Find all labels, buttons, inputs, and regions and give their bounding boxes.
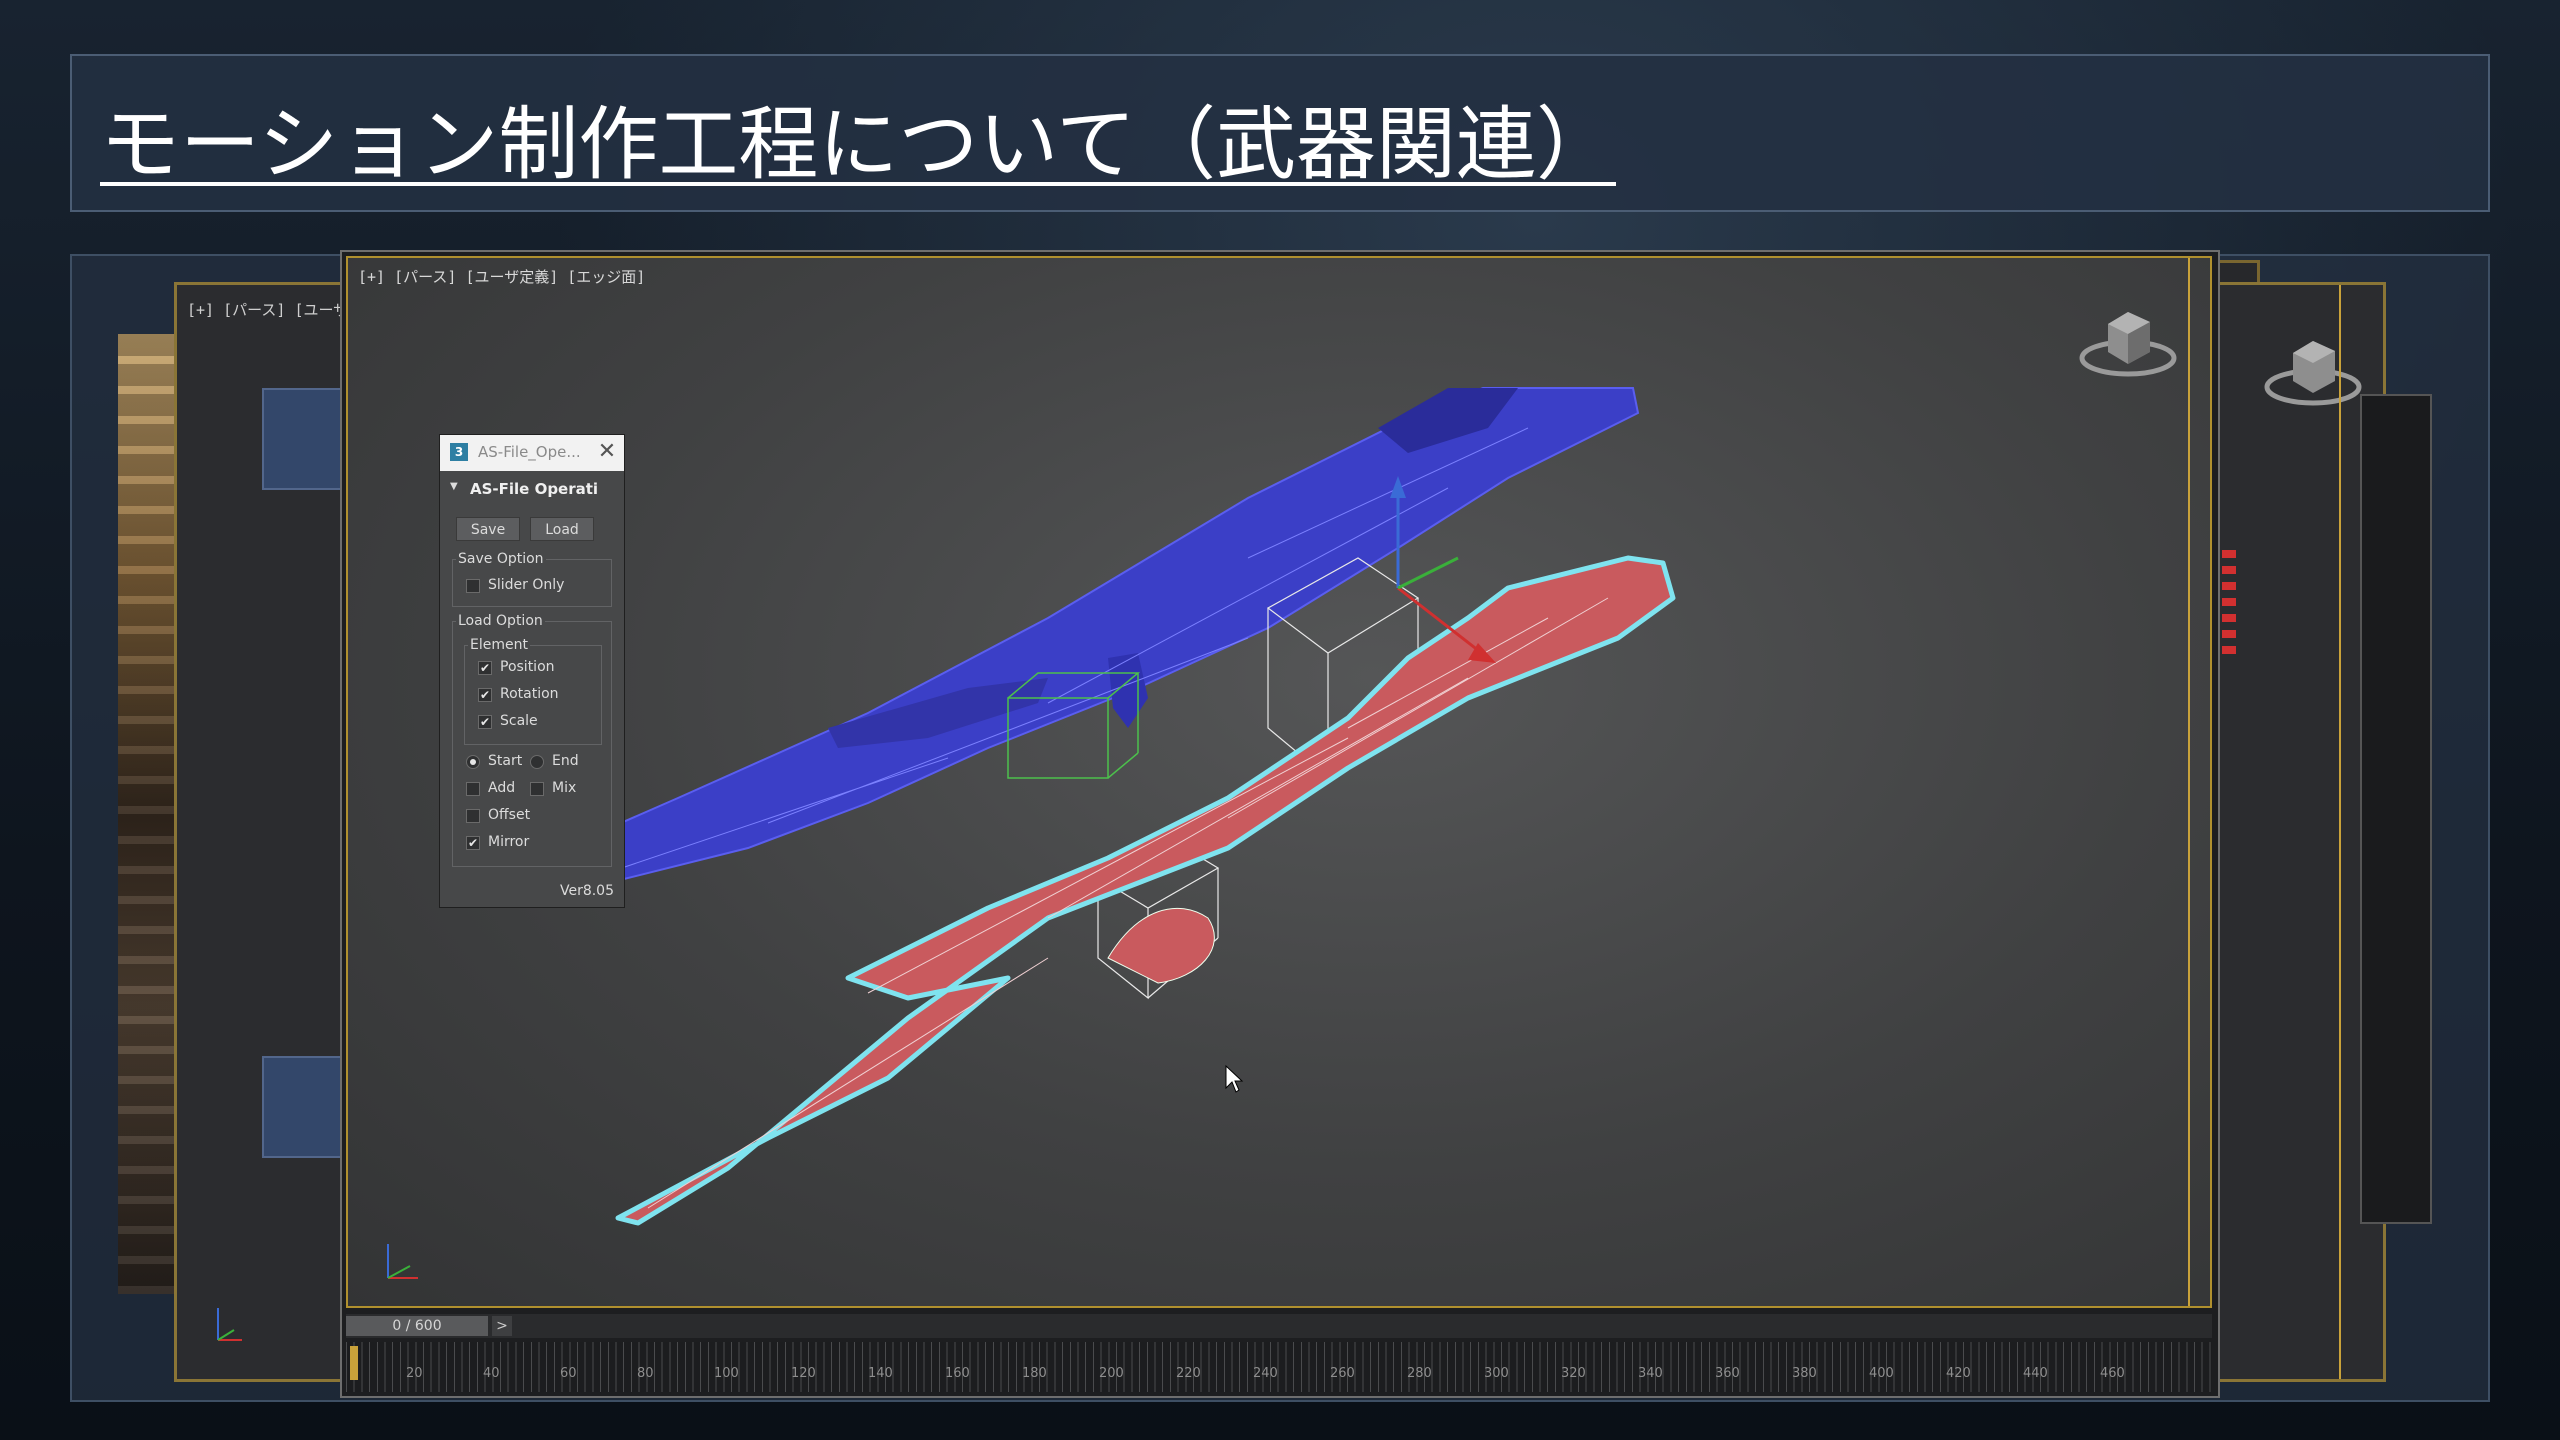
rollout-header[interactable]: ▼ AS-File Operati [446, 479, 618, 501]
timeline-tick-label: 420 [1946, 1366, 1971, 1381]
as-file-operation-panel: 3 AS-File_Ope... ✕ ▼ AS-File Operati Sav… [439, 434, 625, 908]
viewport-edge-line [2188, 258, 2190, 1306]
save-option-label: Save Option [456, 551, 546, 567]
background-side-panel [2360, 394, 2432, 1224]
position-checkbox[interactable]: ✔ Position [478, 659, 588, 679]
timeline-tick-label: 60 [560, 1366, 577, 1381]
timeline-tick-label: 160 [945, 1366, 970, 1381]
panel-window-title: AS-File_Ope... [478, 443, 581, 461]
timeline-tick-label: 80 [637, 1366, 654, 1381]
end-radio[interactable]: End [530, 753, 594, 773]
time-slider-thumb[interactable]: 0 / 600 [346, 1316, 488, 1336]
app-icon: 3 [450, 443, 468, 461]
timeline-tick-label: 20 [406, 1366, 423, 1381]
timeline-tick-label: 240 [1253, 1366, 1278, 1381]
viewcube-icon [2264, 341, 2362, 406]
timeline-tick-label: 440 [2023, 1366, 2048, 1381]
timeline-tick-label: 200 [1099, 1366, 1124, 1381]
element-label: Element [468, 637, 530, 653]
background-slide-block-top [262, 388, 342, 490]
timeline-tick-label: 180 [1022, 1366, 1047, 1381]
next-frame-button[interactable]: > [492, 1316, 512, 1336]
rollout-title: AS-File Operati [470, 480, 599, 498]
version-label: Ver8.05 [559, 883, 614, 899]
timeline-tick-label: 340 [1638, 1366, 1663, 1381]
close-icon[interactable]: ✕ [592, 437, 622, 467]
timeline-tick-label: 140 [868, 1366, 893, 1381]
timeline-tick-label: 380 [1792, 1366, 1817, 1381]
timeline-tick-label: 260 [1330, 1366, 1355, 1381]
save-button[interactable]: Save [456, 517, 520, 541]
timeline-tick-label: 280 [1407, 1366, 1432, 1381]
rotation-checkbox[interactable]: ✔ Rotation [478, 686, 588, 706]
background-viewport-window-right [2200, 282, 2386, 1382]
checkbox[interactable] [466, 579, 480, 593]
background-slide-block-bottom [262, 1056, 342, 1158]
timeline-tick-label: 40 [483, 1366, 500, 1381]
background-viewport-label: [+] [パース] [ユーザ定 [187, 301, 364, 319]
title-box: モーション制作工程について（武器関連） [70, 54, 2490, 212]
slider-only-checkbox[interactable]: Slider Only [466, 577, 596, 597]
scale-checkbox[interactable]: ✔ Scale [478, 713, 588, 733]
start-radio[interactable]: Start [466, 753, 530, 773]
viewport-edge-line [2339, 285, 2341, 1379]
mix-checkbox[interactable]: Mix [530, 780, 594, 800]
viewport-label[interactable]: [+] [パース] [ユーザ定義] [エッジ面] [358, 266, 645, 287]
viewport-scene [516, 387, 1676, 1226]
load-button[interactable]: Load [530, 517, 594, 541]
offset-checkbox[interactable]: Offset [466, 807, 576, 827]
track-bar-labels: 20 40 60 80 100 120 140 160 180 200 220 240 260 280 30… [346, 1366, 2212, 1386]
timeline-tick-label: 460 [2100, 1366, 2125, 1381]
timeline-tick-label: 120 [791, 1366, 816, 1381]
background-photo-strip [118, 334, 174, 1294]
rollout-arrow-icon: ▼ [450, 481, 458, 492]
viewcube-icon[interactable] [2078, 296, 2178, 386]
timeline-tick-label: 320 [1561, 1366, 1586, 1381]
mirror-checkbox[interactable]: ✔ Mirror [466, 834, 576, 854]
timeline-tick-label: 100 [714, 1366, 739, 1381]
slide-title: モーション制作工程について（武器関連） [100, 98, 1616, 191]
axis-tripod-icon [217, 1308, 242, 1341]
timeline-tick-label: 360 [1715, 1366, 1740, 1381]
timeline-tick-label: 300 [1484, 1366, 1509, 1381]
background-red-marker [2222, 550, 2236, 660]
load-option-label: Load Option [456, 613, 545, 629]
add-checkbox[interactable]: Add [466, 780, 530, 800]
timeline-tick-label: 400 [1869, 1366, 1894, 1381]
panel-titlebar[interactable]: 3 AS-File_Ope... ✕ [440, 435, 624, 471]
perspective-viewport[interactable]: [+] [パース] [ユーザ定義] [エッジ面] [346, 256, 2212, 1308]
time-slider[interactable]: 0 / 600 > [346, 1314, 2212, 1338]
cursor-icon [1225, 1064, 1244, 1093]
timeline-tick-label: 220 [1176, 1366, 1201, 1381]
axis-tripod-icon [387, 1244, 418, 1279]
